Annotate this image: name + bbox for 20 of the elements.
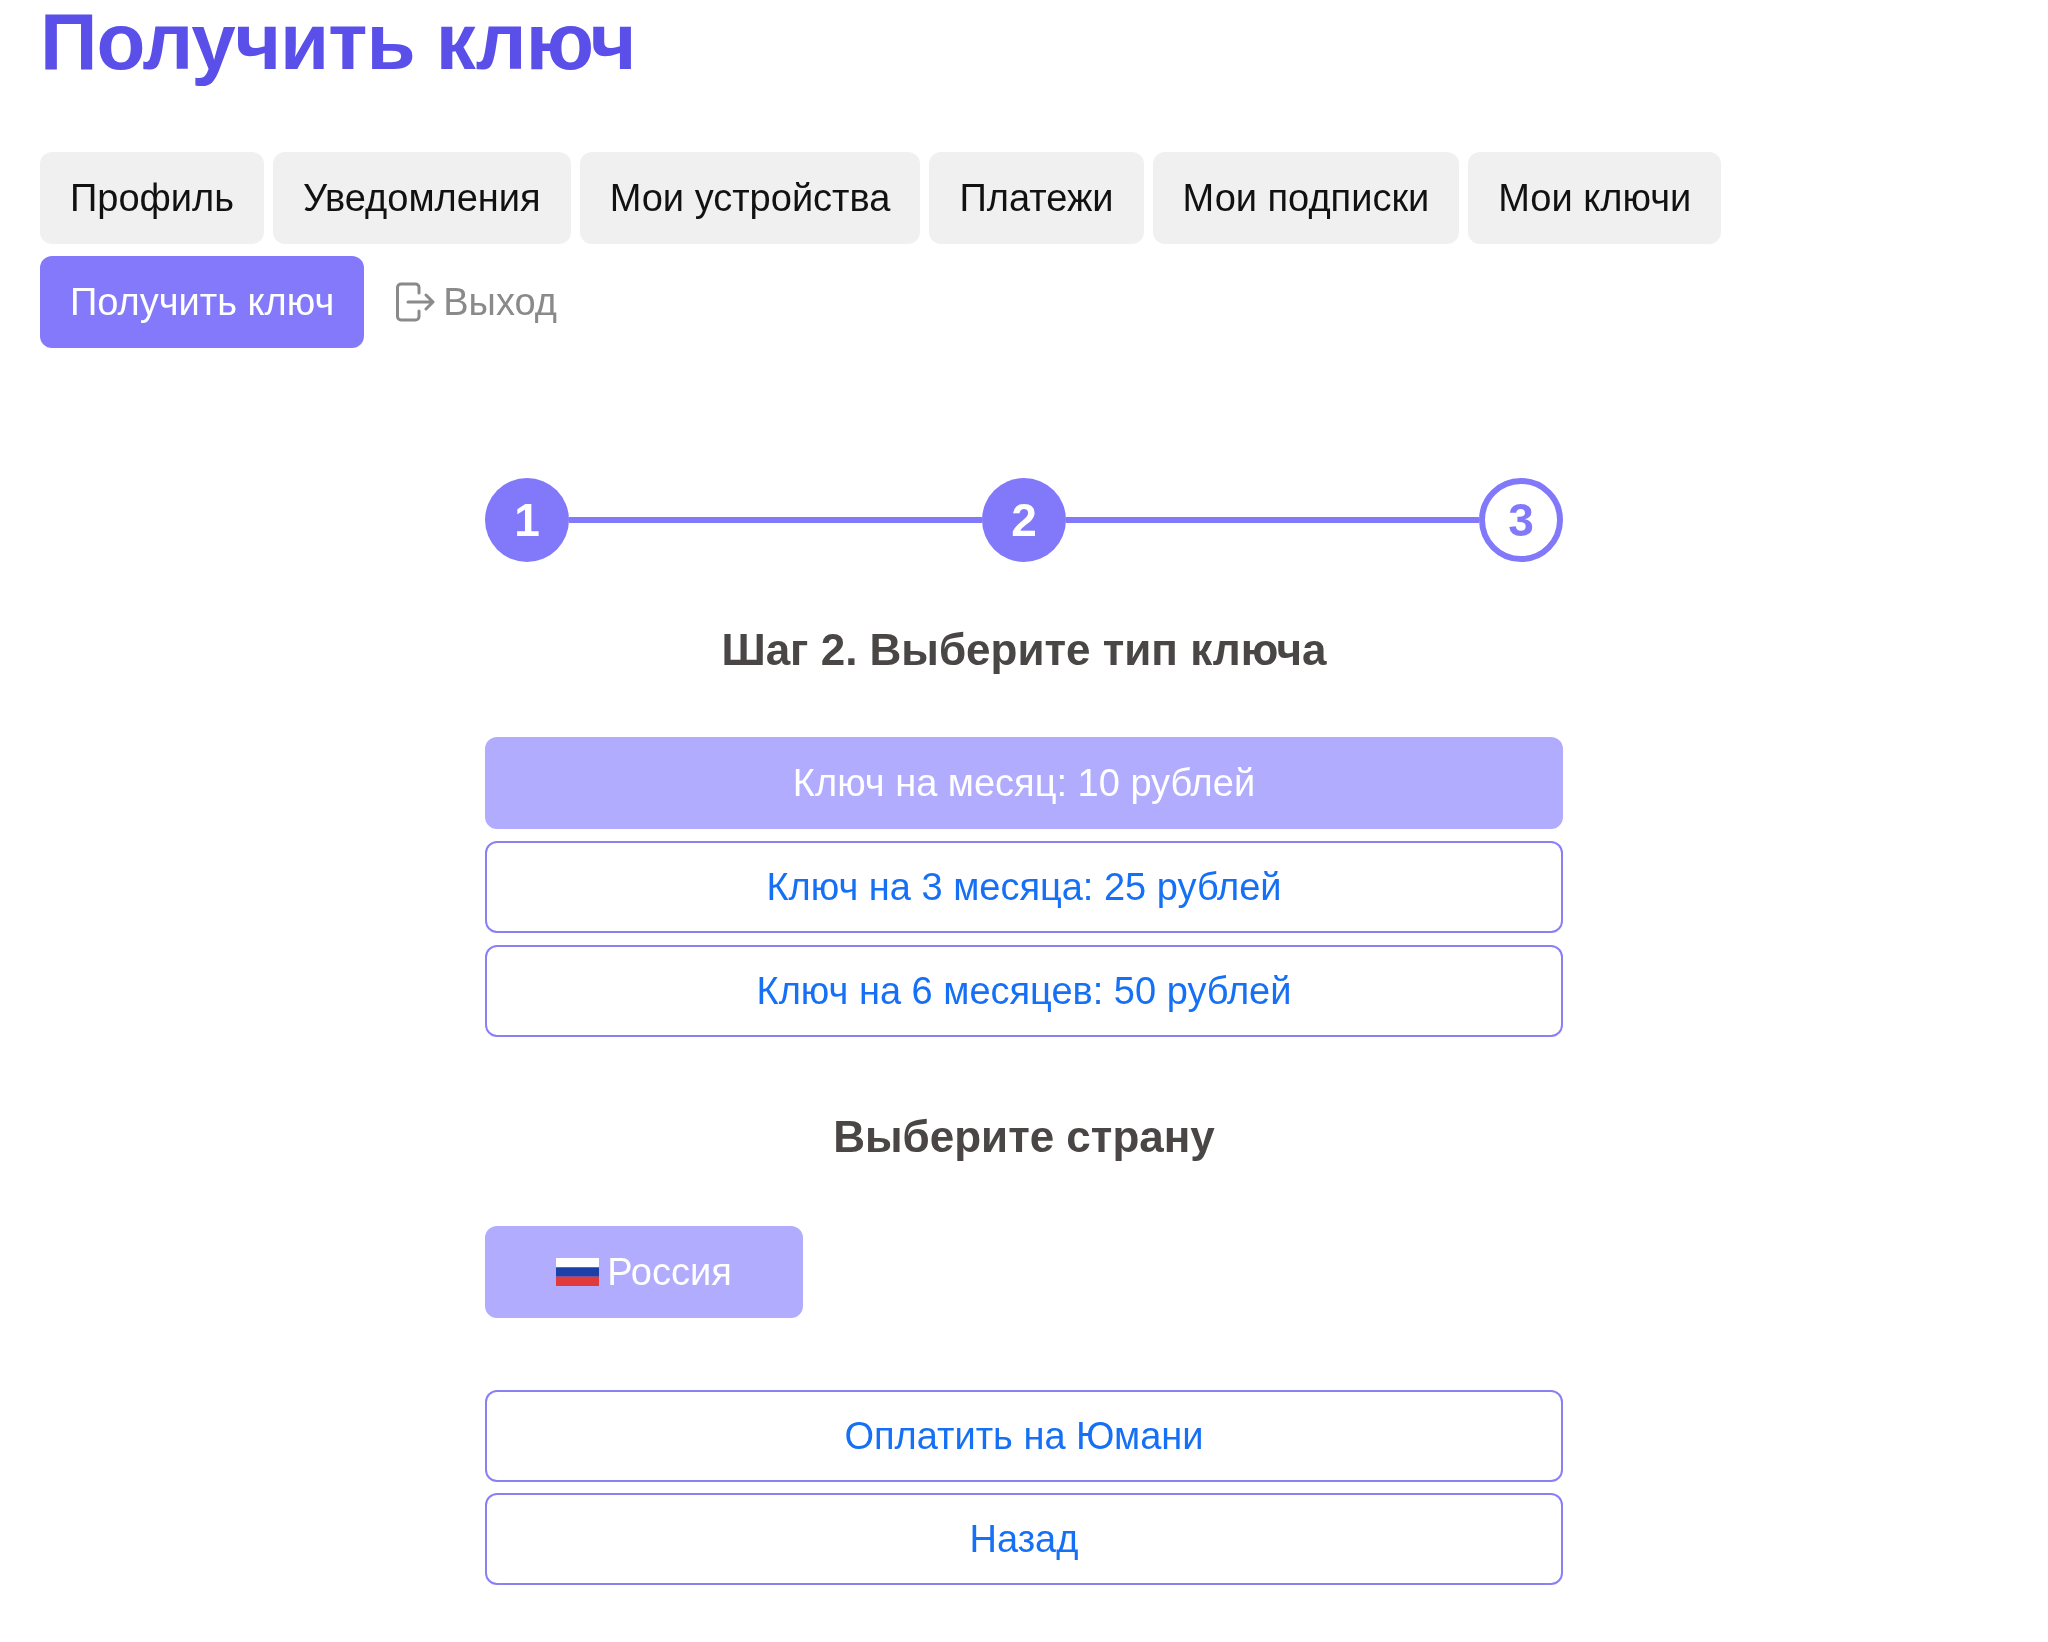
step-marker: 2 xyxy=(982,478,1066,562)
logout-icon xyxy=(395,282,436,322)
plan-option[interactable]: Ключ на 3 месяца: 25 рублей xyxy=(485,840,1563,933)
nav-tab[interactable]: Платежи xyxy=(929,152,1144,244)
nav-tab[interactable]: Профиль xyxy=(40,152,265,244)
plan-option[interactable]: Ключ на 6 месяцев: 50 рублей xyxy=(485,944,1563,1037)
step-marker: 1 xyxy=(485,478,569,562)
pay-button[interactable]: Оплатить на Юмани xyxy=(485,1389,1563,1482)
step-marker: 3 xyxy=(1479,478,1563,562)
step-heading: Шаг 2. Выберите тип ключа xyxy=(720,624,1328,676)
nav-tab[interactable]: Мои устройства xyxy=(579,152,921,244)
nav-tab[interactable]: Мои подписки xyxy=(1152,152,1460,244)
nav-tab[interactable]: Мои ключи xyxy=(1468,152,1722,244)
back-button[interactable]: Назад xyxy=(485,1492,1563,1585)
page-title: Получить ключ xyxy=(40,0,636,84)
flag-icon xyxy=(556,1257,600,1286)
logout-link[interactable]: Выход xyxy=(395,282,557,322)
nav-tab[interactable]: Уведомления xyxy=(273,152,571,244)
nav-tab[interactable]: Получить ключ xyxy=(40,256,365,348)
section-heading: Выберите страну xyxy=(832,1110,1216,1163)
